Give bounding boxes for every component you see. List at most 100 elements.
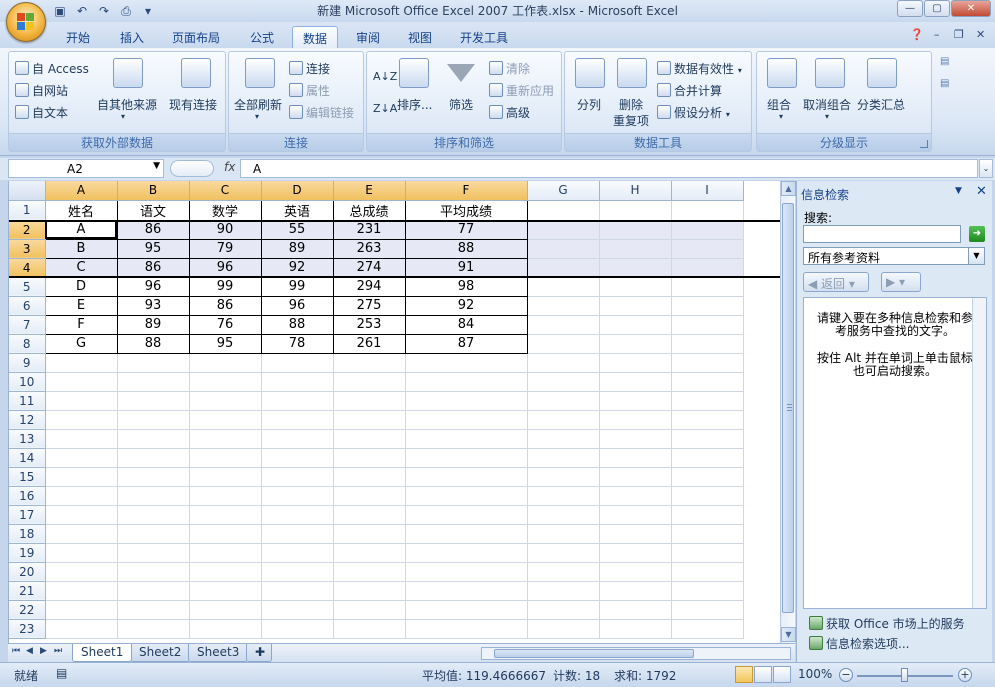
group-dropdown-icon[interactable]: ▾ <box>779 112 783 121</box>
cell[interactable]: 86 <box>116 219 190 240</box>
cell[interactable]: 77 <box>404 219 528 240</box>
cell[interactable]: A <box>44 219 118 240</box>
page-break-view-icon[interactable] <box>773 666 791 683</box>
macro-record-icon[interactable]: ▤ <box>56 666 67 680</box>
cell[interactable]: 95 <box>116 238 190 259</box>
cell[interactable] <box>333 467 406 487</box>
properties-button[interactable]: 属性 <box>289 82 330 99</box>
column-header[interactable]: B <box>117 181 190 201</box>
from-text-button[interactable]: 自文本 <box>15 104 68 121</box>
cell[interactable] <box>599 334 672 354</box>
cell[interactable] <box>671 239 744 259</box>
cell[interactable] <box>333 429 406 449</box>
cell[interactable] <box>527 410 600 430</box>
cell[interactable] <box>599 315 672 335</box>
cell[interactable] <box>599 600 672 620</box>
cell[interactable] <box>405 543 528 563</box>
cell[interactable] <box>671 353 744 373</box>
ribbon-minimize-icon[interactable]: – <box>934 28 940 41</box>
row-header[interactable]: 22 <box>9 600 46 620</box>
cell[interactable] <box>45 600 118 620</box>
cell[interactable] <box>117 486 190 506</box>
column-header[interactable]: F <box>405 181 528 201</box>
cell[interactable] <box>189 410 262 430</box>
cell[interactable] <box>405 467 528 487</box>
last-sheet-icon[interactable]: ⏭ <box>54 646 62 656</box>
cell[interactable] <box>333 581 406 601</box>
cell[interactable] <box>45 467 118 487</box>
cell[interactable] <box>527 448 600 468</box>
cell[interactable] <box>599 410 672 430</box>
cell[interactable]: 语文 <box>116 199 190 221</box>
cell[interactable] <box>599 429 672 449</box>
cell[interactable] <box>189 524 262 544</box>
cell[interactable] <box>405 524 528 544</box>
show-detail-icon[interactable]: ▤ <box>940 56 949 67</box>
other-sources-button[interactable]: 自其他来源 <box>97 96 157 113</box>
horizontal-scroll-thumb[interactable] <box>494 649 694 658</box>
cell[interactable] <box>117 391 190 411</box>
cell[interactable]: 平均成绩 <box>404 199 528 221</box>
sheet-tab-sheet2[interactable]: Sheet2 <box>130 644 191 662</box>
research-options-link[interactable]: 信息检索选项... <box>809 635 909 652</box>
text-to-columns-button[interactable]: 分列 <box>577 96 601 113</box>
cell[interactable] <box>333 600 406 620</box>
cell[interactable] <box>599 505 672 525</box>
cell[interactable]: 274 <box>332 257 406 278</box>
cell[interactable]: 261 <box>332 333 406 354</box>
close-icon[interactable]: ✕ <box>951 0 991 17</box>
cell[interactable] <box>527 429 600 449</box>
cell[interactable] <box>599 562 672 582</box>
cell[interactable] <box>527 543 600 563</box>
tab-home[interactable]: 开始 <box>56 26 100 48</box>
cell[interactable] <box>671 200 744 221</box>
name-box[interactable]: A2 ▼ <box>8 159 164 178</box>
cell[interactable] <box>189 372 262 392</box>
consolidate-button[interactable]: 合并计算 <box>657 82 722 99</box>
cell[interactable] <box>405 562 528 582</box>
cell[interactable] <box>671 524 744 544</box>
cell[interactable] <box>261 619 334 639</box>
cell[interactable]: 92 <box>404 295 528 316</box>
tab-insert[interactable]: 插入 <box>110 26 154 48</box>
cell[interactable] <box>261 448 334 468</box>
pane-close-icon[interactable]: ✕ <box>976 184 987 199</box>
cell[interactable] <box>405 600 528 620</box>
cell[interactable] <box>189 562 262 582</box>
maximize-icon[interactable]: ▢ <box>924 0 950 17</box>
cell[interactable] <box>189 505 262 525</box>
cell[interactable] <box>671 543 744 563</box>
cell[interactable] <box>405 391 528 411</box>
refresh-all-button[interactable]: 全部刷新 <box>234 96 282 113</box>
normal-view-icon[interactable] <box>735 666 753 683</box>
cell[interactable] <box>671 562 744 582</box>
cell[interactable]: 89 <box>116 314 190 335</box>
cell[interactable]: 88 <box>260 314 334 335</box>
cell[interactable] <box>527 296 600 316</box>
cell[interactable] <box>117 581 190 601</box>
cell[interactable] <box>333 505 406 525</box>
cell[interactable] <box>599 524 672 544</box>
cell[interactable] <box>405 353 528 373</box>
sort-descending-icon[interactable]: Z↓A <box>373 102 397 115</box>
cell[interactable] <box>45 429 118 449</box>
cell[interactable] <box>117 372 190 392</box>
ungroup-button[interactable]: 取消组合 <box>803 96 851 113</box>
column-header[interactable]: E <box>333 181 406 201</box>
cell[interactable]: 99 <box>260 276 334 297</box>
cell[interactable]: 231 <box>332 219 406 240</box>
tab-data[interactable]: 数据 <box>292 26 339 48</box>
filter-button[interactable]: 筛选 <box>449 96 473 113</box>
cell[interactable]: 英语 <box>260 199 334 221</box>
outline-dialog-launcher-icon[interactable] <box>920 140 928 148</box>
cell[interactable] <box>671 600 744 620</box>
existing-connections-button[interactable]: 现有连接 <box>169 96 217 113</box>
cell[interactable] <box>45 372 118 392</box>
chevron-down-icon[interactable]: ▼ <box>968 248 984 264</box>
cell[interactable]: 88 <box>116 333 190 354</box>
row-header[interactable]: 3 <box>9 239 46 259</box>
cell[interactable]: 86 <box>188 295 262 316</box>
cell[interactable] <box>333 448 406 468</box>
row-header[interactable]: 7 <box>9 315 46 335</box>
cell[interactable] <box>527 619 600 639</box>
